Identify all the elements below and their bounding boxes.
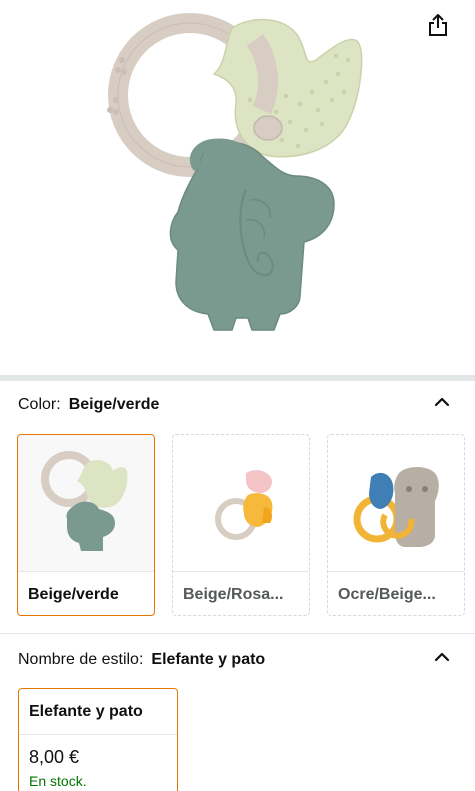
style-option-title: Elefante y pato: [29, 702, 143, 720]
swatch-thumbnail: [328, 435, 464, 571]
style-selected-value: Elefante y pato: [151, 651, 266, 668]
swatch-label-area: Beige/Rosa...: [173, 571, 309, 615]
swatch-thumbnail: [18, 435, 154, 571]
swatch-label-area: Beige/verde: [18, 571, 154, 615]
product-image-area[interactable]: [0, 0, 475, 375]
style-option-price: 8,00 €: [29, 747, 80, 767]
swatch-label: Beige/Rosa...: [183, 585, 284, 603]
chevron-up-icon: [434, 652, 450, 662]
product-image: [107, 13, 363, 331]
color-swatch-beige-rosa[interactable]: Beige/Rosa...: [172, 434, 310, 616]
style-key-label: Nombre de estilo:: [18, 651, 144, 668]
style-row: Nombre de estilo: Elefante y pato: [18, 651, 265, 669]
swatch-label: Beige/verde: [28, 585, 119, 603]
color-swatch-beige-verde[interactable]: Beige/verde: [17, 434, 155, 616]
color-collapse-button[interactable]: [430, 390, 454, 414]
style-option-stock: En stock.: [29, 773, 87, 789]
swatch-thumbnail: [173, 435, 309, 571]
swatch-label-area: Ocre/Beige...: [328, 571, 464, 615]
share-icon: [429, 14, 447, 36]
style-option-elefante-y-pato[interactable]: Elefante y pato 8,00 € En stock.: [18, 688, 178, 791]
section-divider: [0, 633, 475, 634]
style-collapse-button[interactable]: [430, 645, 454, 669]
color-swatch-ocre-beige[interactable]: Ocre/Beige...: [327, 434, 465, 616]
swatch-label: Ocre/Beige...: [338, 585, 436, 603]
hero-divider: [0, 375, 475, 381]
color-key-label: Color:: [18, 396, 61, 413]
chevron-up-icon: [434, 397, 450, 407]
color-row: Color: Beige/verde: [18, 396, 159, 414]
color-selected-value: Beige/verde: [68, 396, 160, 413]
style-option-title-area: Elefante y pato: [19, 689, 177, 735]
share-button[interactable]: [422, 8, 454, 42]
